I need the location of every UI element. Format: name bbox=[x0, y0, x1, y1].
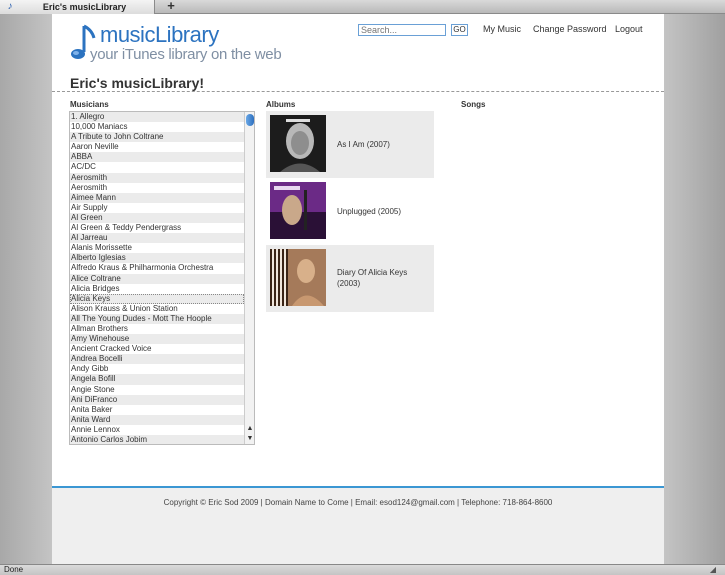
album-title: As I Am (2007) bbox=[337, 140, 390, 149]
musician-list-item[interactable]: Al Jarreau bbox=[70, 233, 244, 244]
musician-list-item[interactable]: 10,000 Maniacs bbox=[70, 122, 244, 132]
musician-list-item[interactable]: Aaron Neville bbox=[70, 142, 244, 152]
musician-list-item[interactable]: Anita Baker bbox=[70, 405, 244, 415]
page-title: Eric's musicLibrary! bbox=[70, 75, 205, 91]
musician-list-item[interactable]: Ancient Cracked Voice bbox=[70, 344, 244, 354]
musician-list-item[interactable]: Alberto Iglesias bbox=[70, 253, 244, 264]
album-card[interactable]: As I Am (2007) bbox=[266, 111, 434, 178]
musician-list-item[interactable]: Annie Lennox bbox=[70, 425, 244, 435]
musician-list-item[interactable]: Aimee Mann bbox=[70, 192, 244, 203]
music-note-icon: ♪ bbox=[7, 1, 13, 12]
musician-list-item[interactable]: Angela Bofill bbox=[70, 374, 244, 385]
scrollbar-thumb[interactable] bbox=[246, 114, 254, 126]
window-background-right bbox=[664, 14, 725, 564]
web-page: musicLibrary your iTunes library on the … bbox=[52, 14, 664, 564]
musicians-listbox[interactable]: 1. Allegro 10,000 Maniacs A Tribute to Joh… bbox=[69, 111, 255, 445]
album-card[interactable]: Unplugged (2005) bbox=[266, 178, 434, 245]
musician-list-item[interactable]: Alicia Bridges bbox=[70, 284, 244, 294]
browser-tab-title: Eric's musicLibrary bbox=[42, 2, 127, 12]
header-divider bbox=[52, 91, 664, 92]
page-footer: Copyright © Eric Sod 2009 | Domain Name … bbox=[52, 486, 664, 564]
musician-list-item[interactable]: Andrea Bocelli bbox=[70, 354, 244, 365]
logo-title: musicLibrary bbox=[100, 22, 219, 47]
musician-list-item[interactable]: Al Green bbox=[70, 212, 244, 224]
search-go-button[interactable]: GO bbox=[451, 24, 468, 36]
album-cover-as-i-am bbox=[270, 115, 326, 172]
musician-list-item[interactable]: Aerosmith bbox=[70, 172, 244, 183]
musician-list-item[interactable]: ABBA bbox=[70, 152, 244, 163]
album-title: Diary Of Alicia Keys (2003) bbox=[337, 268, 408, 288]
musicians-list: 1. Allegro 10,000 Maniacs A Tribute to Joh… bbox=[70, 112, 244, 444]
musicians-scrollbar[interactable]: ▲ ▼ bbox=[244, 112, 254, 444]
status-text: Done bbox=[4, 565, 24, 574]
nav-logout-link[interactable]: Logout bbox=[615, 24, 643, 34]
musician-list-item[interactable]: Air Supply bbox=[70, 203, 244, 213]
browser-tab-bar: ♪ Eric's musicLibrary + bbox=[0, 0, 725, 14]
nav-change-password-link[interactable]: Change Password bbox=[533, 24, 607, 34]
album-card[interactable]: Diary Of Alicia Keys (2003) bbox=[266, 245, 434, 312]
musician-list-item[interactable]: Alice Coltrane bbox=[70, 273, 244, 284]
window-background-left bbox=[0, 14, 52, 564]
songs-heading: Songs bbox=[461, 100, 486, 109]
musician-list-item[interactable]: Allman Brothers bbox=[70, 324, 244, 334]
logo-tagline: your iTunes library on the web bbox=[90, 46, 282, 63]
musician-list-item[interactable]: Alison Krauss & Union Station bbox=[70, 304, 244, 314]
musician-list-item[interactable]: Aerosmith bbox=[70, 183, 244, 193]
musician-list-item[interactable]: 1. Allegro bbox=[70, 112, 244, 123]
browser-tab[interactable]: ♪ Eric's musicLibrary bbox=[0, 0, 155, 14]
new-tab-button[interactable]: + bbox=[163, 0, 179, 13]
site-logo[interactable]: musicLibrary your iTunes library on the … bbox=[70, 22, 290, 66]
album-cover-diary-of-alicia-keys bbox=[270, 249, 326, 306]
resize-grip-icon[interactable]: ◢ bbox=[706, 565, 720, 575]
browser-status-bar: Done ◢ bbox=[0, 564, 725, 575]
musician-list-item[interactable]: Ani DiFranco bbox=[70, 394, 244, 405]
musician-list-item[interactable]: All The Young Dudes - Mott The Hoople bbox=[70, 313, 244, 324]
musician-list-item[interactable]: AC/DC bbox=[70, 162, 244, 172]
musicians-heading: Musicians bbox=[70, 100, 109, 109]
musician-list-item[interactable]: Al Green & Teddy Pendergrass bbox=[70, 223, 244, 233]
musician-list-item[interactable]: Alicia Keys bbox=[70, 293, 244, 304]
album-cover-unplugged bbox=[270, 182, 326, 239]
scroll-up-arrow-icon[interactable]: ▲ bbox=[245, 424, 254, 434]
albums-heading: Albums bbox=[266, 100, 296, 109]
musician-list-item[interactable]: Angie Stone bbox=[70, 385, 244, 395]
musician-list-item[interactable]: Alfredo Kraus & Philharmonia Orchestra bbox=[70, 263, 244, 273]
scroll-down-arrow-icon[interactable]: ▼ bbox=[245, 434, 254, 444]
musician-list-item[interactable]: Andy Gibb bbox=[70, 364, 244, 374]
musician-list-item[interactable]: Antonio Carlos Jobim bbox=[70, 435, 244, 444]
nav-my-music-link[interactable]: My Music bbox=[483, 24, 521, 34]
album-title: Unplugged (2005) bbox=[337, 207, 402, 216]
musician-list-item[interactable]: Anita Ward bbox=[70, 414, 244, 425]
footer-text: Copyright © Eric Sod 2009 | Domain Name … bbox=[163, 498, 553, 507]
musician-list-item[interactable]: Alanis Morissette bbox=[70, 243, 244, 253]
musician-list-item[interactable]: Amy Winehouse bbox=[70, 334, 244, 345]
musician-list-item[interactable]: A Tribute to John Coltrane bbox=[70, 132, 244, 143]
search-input[interactable] bbox=[358, 24, 446, 36]
